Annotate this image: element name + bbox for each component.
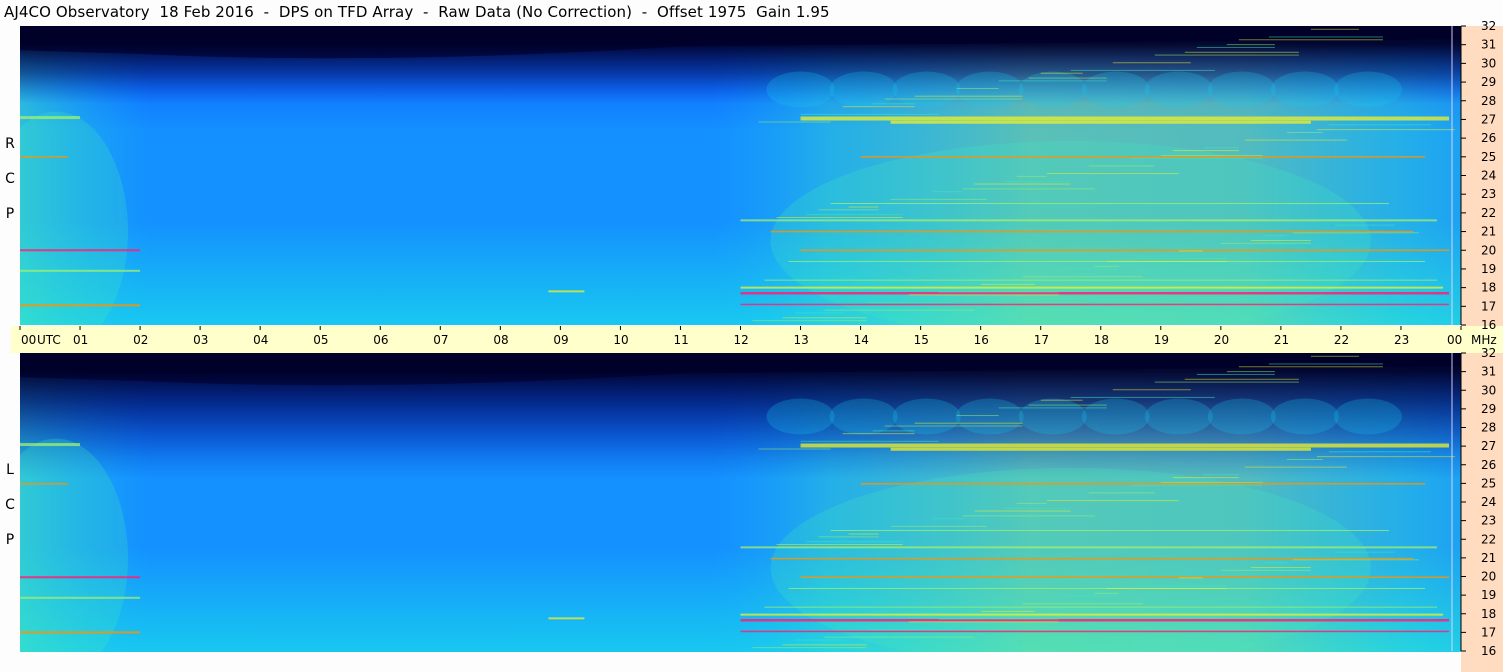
freq-tick-label: 32 (1481, 19, 1496, 33)
utc-tick-label: 21 (1274, 333, 1289, 347)
utc-tick-label: 09 (553, 333, 568, 347)
utc-tick-label: 13 (794, 333, 809, 347)
mhz-axis-label: MHz (1471, 333, 1497, 347)
utc-tick-label: 12 (734, 333, 749, 347)
utc-tick-label: 23 (1394, 333, 1409, 347)
utc-tick-label: 01 (73, 333, 88, 347)
freq-tick-label: 24 (1481, 495, 1496, 509)
freq-tick-label: 26 (1481, 131, 1496, 145)
freq-tick-label: 18 (1481, 281, 1496, 295)
freq-tick-label: 23 (1481, 187, 1496, 201)
utc-tick-label: 06 (373, 333, 388, 347)
freq-tick-label: 30 (1481, 383, 1496, 397)
utc-tick-label: 05 (313, 333, 328, 347)
freq-tick-label: 22 (1481, 532, 1496, 546)
freq-tick-label: 31 (1481, 38, 1496, 52)
freq-tick-label: 16 (1481, 318, 1496, 332)
axis-overlay: 00 01 02 03 04 05 06 07 08 09 10 11 12 13 14 15 16 17 18 19… (19, 19, 1497, 658)
utc-tick-label: 00 (1447, 333, 1462, 347)
freq-tick-label: 26 (1481, 458, 1496, 472)
utc-tick-label: 00 (21, 333, 36, 347)
freq-tick-label: 17 (1481, 625, 1496, 639)
freq-tick-label: 28 (1481, 94, 1496, 108)
freq-tick-label: 19 (1481, 588, 1496, 602)
utc-tick-label: 20 (1214, 333, 1229, 347)
freq-tick-label: 29 (1481, 402, 1496, 416)
freq-tick-label: 25 (1481, 476, 1496, 490)
freq-tick-label: 25 (1481, 150, 1496, 164)
freq-tick-label: 22 (1481, 206, 1496, 220)
freq-tick-label: 18 (1481, 607, 1496, 621)
freq-tick-label: 21 (1481, 551, 1496, 565)
utc-tick-label: 04 (253, 333, 268, 347)
utc-tick-label: 15 (914, 333, 929, 347)
utc-tick-label: 03 (193, 333, 208, 347)
freq-tick-label: 30 (1481, 56, 1496, 70)
freq-tick-label: 23 (1481, 514, 1496, 528)
spectrogram-window: AJ4CO Observatory 18 Feb 2016 - DPS on T… (0, 0, 1503, 672)
freq-tick-label: 17 (1481, 299, 1496, 313)
freq-tick-label: 27 (1481, 439, 1496, 453)
utc-tick-label: 11 (673, 333, 688, 347)
freq-tick-label: 20 (1481, 570, 1496, 584)
utc-tick-label: 18 (1094, 333, 1109, 347)
freq-tick-label: 32 (1481, 346, 1496, 360)
freq-tick-label: 27 (1481, 112, 1496, 126)
utc-tick-label: 10 (613, 333, 628, 347)
freq-tick-label: 19 (1481, 262, 1496, 276)
utc-tick-label: 07 (433, 333, 448, 347)
freq-tick-label: 24 (1481, 169, 1496, 183)
utc-tick-label: 16 (974, 333, 989, 347)
utc-tick-label: 08 (493, 333, 508, 347)
utc-tick-label: 22 (1334, 333, 1349, 347)
freq-tick-label: 31 (1481, 365, 1496, 379)
utc-tick-label: 17 (1034, 333, 1049, 347)
freq-tick-label: 16 (1481, 644, 1496, 658)
freq-tick-label: 20 (1481, 243, 1496, 257)
utc-tick-label: 14 (854, 333, 869, 347)
utc-axis-label: UTC (37, 333, 61, 347)
utc-tick-label: 19 (1154, 333, 1169, 347)
freq-tick-label: 28 (1481, 421, 1496, 435)
utc-tick-label: 02 (133, 333, 148, 347)
freq-tick-label: 21 (1481, 225, 1496, 239)
freq-tick-label: 29 (1481, 75, 1496, 89)
